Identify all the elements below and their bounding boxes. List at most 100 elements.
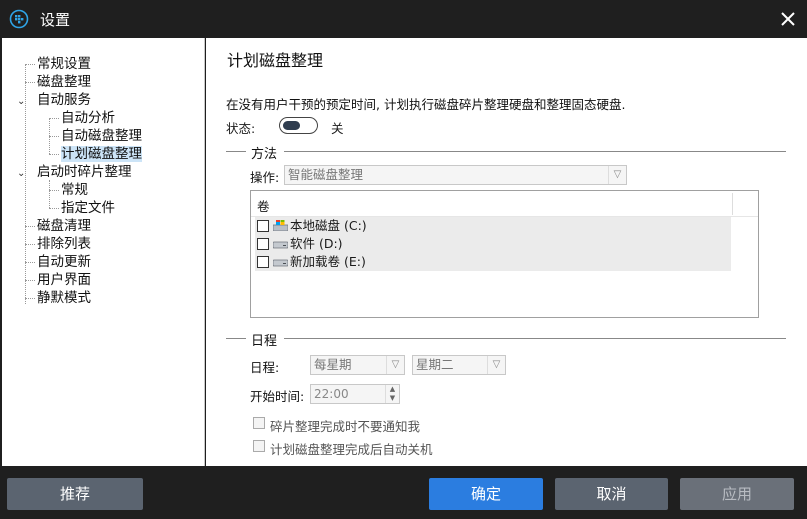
- chevron-down-icon[interactable]: ⌄: [17, 96, 25, 107]
- tree-branch: [25, 244, 35, 245]
- sidebar-item-label: 自动分析: [61, 110, 115, 126]
- chevron-down-icon: ▽: [608, 166, 626, 184]
- auto-shutdown-label: 计划磁盘整理完成后自动关机: [270, 442, 433, 457]
- close-button[interactable]: [777, 8, 799, 30]
- auto-shutdown-checkbox[interactable]: [253, 440, 265, 452]
- tree-branch: [49, 154, 59, 155]
- schedule-frequency-select[interactable]: 每星期 ▽: [310, 355, 405, 375]
- sidebar-item-user-interface[interactable]: 用户界面: [37, 271, 91, 289]
- dialog-footer: 推荐 确定 取消 应用: [0, 466, 807, 519]
- tree-branch: [49, 190, 59, 191]
- chevron-down-icon: ▽: [386, 356, 404, 374]
- drive-icon: [273, 241, 288, 249]
- sidebar-item-label: 排除列表: [37, 236, 91, 252]
- sidebar-item-label: 自动更新: [37, 254, 91, 270]
- start-time-label: 开始时间:: [250, 389, 305, 404]
- tree-guide: [49, 180, 50, 208]
- sidebar-item-label: 指定文件: [61, 200, 115, 216]
- sidebar-item-auto-defrag[interactable]: 自动磁盘整理: [61, 127, 142, 145]
- ok-button[interactable]: 确定: [429, 478, 543, 510]
- tree-branch: [49, 118, 59, 119]
- drive-icon: [273, 259, 288, 267]
- sidebar-item-label: 用户界面: [37, 272, 91, 288]
- tree-branch: [25, 298, 35, 299]
- settings-panel: 计划磁盘整理 在没有用户干预的预定时间, 计划执行磁盘碎片整理硬盘和整理固态硬盘…: [206, 38, 807, 466]
- volume-checkbox-e[interactable]: [257, 256, 269, 268]
- start-time-value: 22:00: [314, 387, 349, 401]
- volume-name: 软件 (D:): [290, 236, 343, 251]
- sidebar-item-auto-service[interactable]: 自动服务: [37, 91, 91, 109]
- tree-branch: [25, 262, 35, 263]
- chevron-down-icon: ▽: [487, 356, 505, 374]
- sidebar-item-label: 自动磁盘整理: [61, 128, 142, 144]
- status-value: 关: [331, 121, 344, 136]
- volume-column-header: 卷: [257, 199, 270, 214]
- sidebar-item-auto-analyze[interactable]: 自动分析: [61, 109, 115, 127]
- volume-checkbox-d[interactable]: [257, 238, 269, 250]
- sidebar-item-label: 磁盘清理: [37, 218, 91, 234]
- no-notify-checkbox[interactable]: [253, 417, 265, 429]
- method-heading: 方法: [251, 147, 278, 162]
- section-divider: [226, 338, 246, 339]
- sidebar-item-disk-cleanup[interactable]: 磁盘清理: [37, 217, 91, 235]
- schedule-heading: 日程: [251, 334, 278, 349]
- sidebar-item-label: 常规设置: [37, 56, 91, 72]
- volume-name: 本地磁盘 (C:): [290, 218, 367, 233]
- sidebar-item-label: 静默模式: [37, 290, 91, 306]
- sidebar-item-defrag[interactable]: 磁盘整理: [37, 73, 91, 91]
- recommend-button[interactable]: 推荐: [7, 478, 143, 510]
- operation-value: 智能磁盘整理: [288, 167, 364, 182]
- sidebar-item-scheduled-defrag[interactable]: 计划磁盘整理: [61, 145, 142, 163]
- settings-window: 设置 常规设置 磁盘整理 ⌄ 自动服务 自动分析 自动磁盘整理 计划磁盘整理 ⌄…: [0, 0, 807, 519]
- settings-nav-tree: 常规设置 磁盘整理 ⌄ 自动服务 自动分析 自动磁盘整理 计划磁盘整理 ⌄ 启动…: [2, 38, 205, 466]
- tree-branch: [25, 82, 35, 83]
- tree-branch: [25, 226, 35, 227]
- day-value: 星期二: [416, 357, 454, 372]
- section-divider: [284, 338, 786, 339]
- status-toggle[interactable]: [279, 117, 318, 134]
- cancel-button[interactable]: 取消: [555, 478, 668, 510]
- title-bar: 设置: [0, 0, 807, 38]
- sidebar-item-label: 磁盘整理: [37, 74, 91, 90]
- status-label: 状态:: [226, 121, 256, 136]
- volume-name: 新加载卷 (E:): [290, 254, 366, 269]
- schedule-label: 日程:: [250, 360, 280, 375]
- operation-label: 操作:: [250, 170, 280, 185]
- volume-list: 卷 本地磁盘 (C:) 软件 (D:) 新加载卷 (E:): [250, 190, 759, 318]
- operation-select[interactable]: 智能磁盘整理 ▽: [284, 165, 627, 185]
- column-separator: [732, 193, 733, 215]
- page-description: 在没有用户干预的预定时间, 计划执行磁盘碎片整理硬盘和整理固态硬盘.: [226, 97, 626, 112]
- sidebar-item-general[interactable]: 常规设置: [37, 55, 91, 73]
- volume-row-d[interactable]: 软件 (D:): [255, 235, 731, 253]
- chevron-down-icon[interactable]: ⌄: [17, 168, 25, 179]
- spin-up-icon[interactable]: ▲: [385, 385, 399, 394]
- app-logo-icon: [9, 9, 29, 29]
- sidebar-item-exclude-list[interactable]: 排除列表: [37, 235, 91, 253]
- schedule-day-select[interactable]: 星期二 ▽: [412, 355, 506, 375]
- sidebar-item-auto-update[interactable]: 自动更新: [37, 253, 91, 271]
- volume-row-e[interactable]: 新加载卷 (E:): [255, 253, 731, 271]
- sidebar-item-label: 启动时碎片整理: [37, 164, 132, 180]
- apply-button[interactable]: 应用: [680, 478, 794, 510]
- sidebar-item-boot-general[interactable]: 常规: [61, 181, 88, 199]
- section-divider: [226, 151, 246, 152]
- tree-branch: [49, 208, 59, 209]
- spin-down-icon[interactable]: ▼: [385, 394, 399, 403]
- tree-branch: [25, 280, 35, 281]
- toggle-knob: [283, 121, 300, 130]
- sidebar-item-label: 自动服务: [37, 92, 91, 108]
- frequency-value: 每星期: [314, 357, 352, 372]
- tree-branch: [49, 136, 59, 137]
- window-title: 设置: [40, 11, 71, 29]
- section-divider: [284, 151, 786, 152]
- volume-checkbox-c[interactable]: [257, 220, 269, 232]
- sidebar-item-specified-files[interactable]: 指定文件: [61, 199, 115, 217]
- windows-drive-icon: [273, 220, 288, 231]
- sidebar-item-boot-defrag[interactable]: 启动时碎片整理: [37, 163, 132, 181]
- sidebar-item-silent-mode[interactable]: 静默模式: [37, 289, 91, 307]
- sidebar-item-label: 计划磁盘整理: [61, 146, 142, 162]
- no-notify-label: 碎片整理完成时不要通知我: [270, 419, 421, 434]
- volume-row-c[interactable]: 本地磁盘 (C:): [255, 217, 731, 235]
- start-time-input[interactable]: 22:00 ▲ ▼: [310, 384, 400, 404]
- sidebar-item-label: 常规: [61, 182, 88, 198]
